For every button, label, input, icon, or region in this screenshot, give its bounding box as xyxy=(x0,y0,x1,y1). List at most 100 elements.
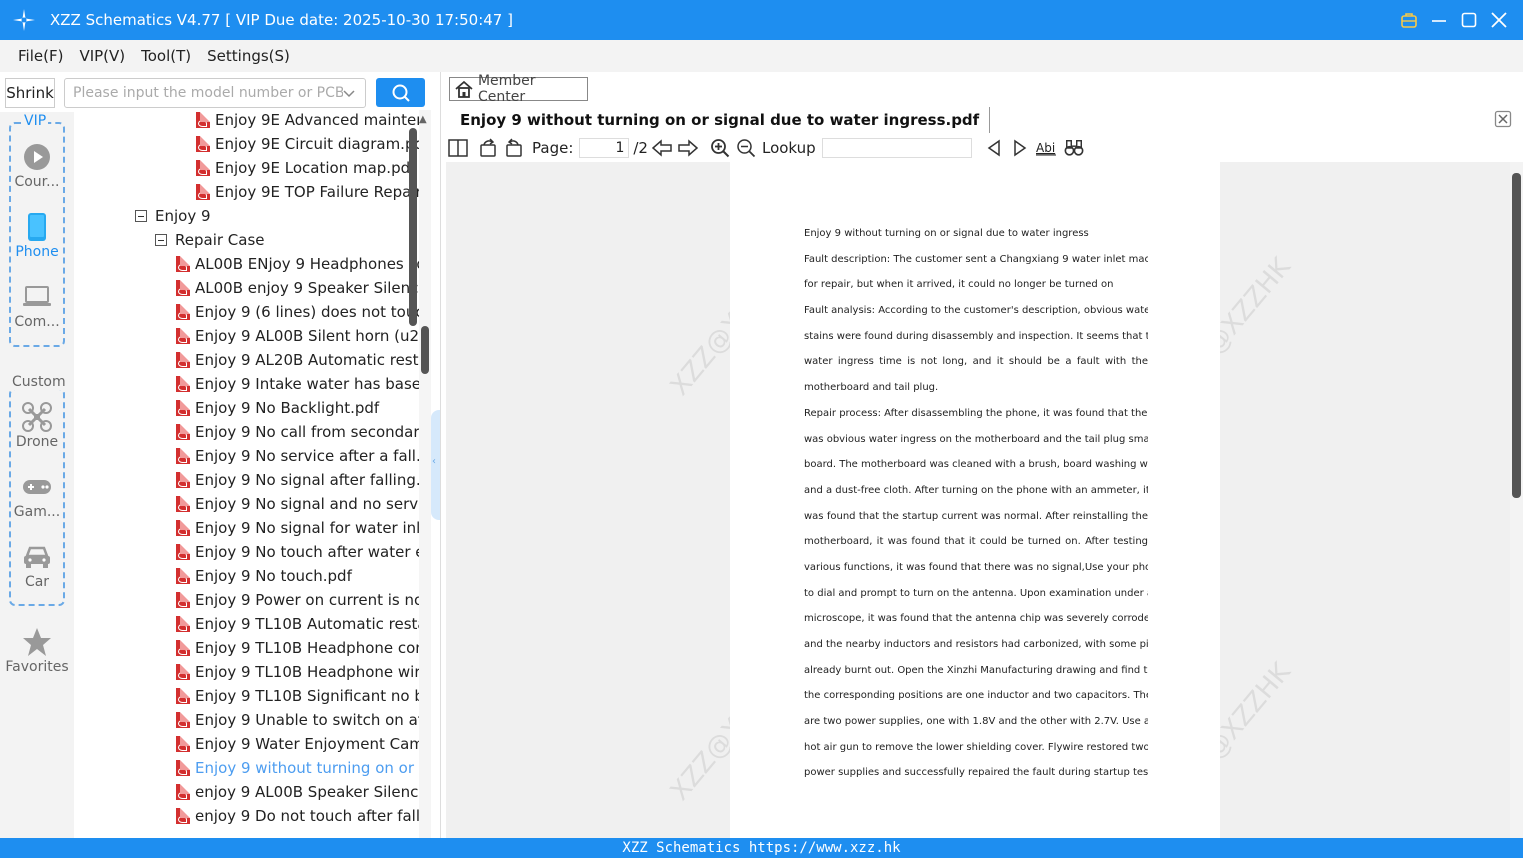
close-tab-icon[interactable] xyxy=(1494,110,1512,128)
tree-file-item[interactable]: Enjoy 9 TL10B Automatic restart xyxy=(176,612,419,636)
tree-file-item[interactable]: Enjoy 9 No Backlight.pdf xyxy=(176,396,379,420)
tree-file-item[interactable]: Enjoy 9 TL10B Headphone cont xyxy=(176,636,419,660)
tree-file-item[interactable]: Enjoy 9E Circuit diagram.pdf xyxy=(196,132,419,156)
pdf-file-icon xyxy=(176,688,190,704)
shrink-button[interactable]: Shrink xyxy=(5,78,55,108)
category-drone-label: Drone xyxy=(15,434,59,450)
status-bar: XZZ Schematics https://www.xzz.hk xyxy=(0,838,1523,858)
document-viewer[interactable]: XZZ@XZZHK XZZ@XZZHK XZZ@XZZHK XZZ@XZZHK … xyxy=(446,162,1510,838)
pdf-file-icon xyxy=(176,808,190,824)
category-phone[interactable]: Phone xyxy=(8,212,66,260)
tree-file-item[interactable]: AL00B ENjoy 9 Headphones sou xyxy=(176,252,419,276)
category-drone[interactable]: Drone xyxy=(8,402,66,450)
tree-item-label: Enjoy 9E Circuit diagram.pdf xyxy=(215,135,419,153)
menu-settings[interactable]: Settings(S) xyxy=(207,47,290,65)
tree-item-label: Enjoy 9E Advanced maintena xyxy=(215,111,419,129)
category-favorites-label: Favorites xyxy=(5,659,69,675)
tree-file-item[interactable]: Enjoy 9E Location map.pdf xyxy=(196,156,415,180)
zoom-in-icon[interactable] xyxy=(710,138,730,158)
viewer-scroll-thumb[interactable] xyxy=(1512,173,1521,498)
pdf-text-line: to dial and prompt to turn on the antenn… xyxy=(804,587,1148,599)
next-page-icon[interactable] xyxy=(678,138,698,158)
tree-file-item[interactable]: Enjoy 9 AL20B Automatic restar xyxy=(176,348,419,372)
tab-document[interactable]: Enjoy 9 without turning on or signal due… xyxy=(450,107,991,133)
pdf-file-icon xyxy=(196,184,210,200)
vip-bag-icon[interactable] xyxy=(1399,8,1419,32)
category-sidebar: VIP Cour... Phone Com... Custom Drone Ga… xyxy=(0,112,74,838)
tree-file-item[interactable]: Enjoy 9 (6 lines) does not touch xyxy=(176,300,419,324)
tree-scrollbar[interactable] xyxy=(419,110,431,838)
pdf-file-icon xyxy=(176,544,190,560)
tree-folder[interactable]: Repair Case xyxy=(155,228,265,252)
previous-page-icon[interactable] xyxy=(651,138,672,158)
viewer-toolbar: Page: 1 /2 Lookup Abi xyxy=(446,135,1523,161)
tree-file-item[interactable]: Enjoy 9 without turning on or si xyxy=(176,756,419,780)
tree-file-item[interactable]: AL00B enjoy 9 Speaker Silence xyxy=(176,276,419,300)
lookup-input[interactable] xyxy=(821,138,972,158)
tree-scroll-thumb[interactable] xyxy=(421,326,429,374)
member-center-button[interactable]: Member Center xyxy=(449,73,588,105)
tree-file-item[interactable]: enjoy 9 Do not touch after fallir xyxy=(176,804,419,828)
search-button[interactable] xyxy=(376,78,425,107)
pdf-file-icon xyxy=(196,160,210,176)
tree-file-item[interactable]: Enjoy 9 TL10B Headphone wire xyxy=(176,660,419,684)
search-combobox[interactable] xyxy=(64,78,366,108)
tree-file-item[interactable]: Enjoy 9 Water Enjoyment Came xyxy=(176,732,419,756)
tree-folder[interactable]: Enjoy 9 xyxy=(135,204,211,228)
rotate-left-icon[interactable] xyxy=(478,138,498,158)
tree-file-item[interactable]: enjoy 9 AL00B Speaker Silence xyxy=(176,780,419,804)
tree-file-item[interactable]: Enjoy 9 Unable to switch on afte xyxy=(176,708,419,732)
category-computer[interactable]: Com... xyxy=(8,282,66,330)
window-title: XZZ Schematics V4.77 [ VIP Due date: 202… xyxy=(50,11,513,29)
panel-divider[interactable] xyxy=(440,72,441,838)
pdf-file-icon xyxy=(176,568,190,584)
tree-file-item[interactable]: Enjoy 9 Intake water has baseba xyxy=(176,372,419,396)
tree-file-item[interactable]: Enjoy 9 No signal after falling.p xyxy=(176,468,419,492)
category-courses[interactable]: Cour... xyxy=(8,142,66,190)
page-number-input[interactable]: 1 xyxy=(579,138,630,158)
tree-item-label: enjoy 9 Do not touch after fallir xyxy=(195,807,419,825)
collapse-toggle-icon[interactable] xyxy=(135,210,147,222)
tree-file-item[interactable]: Enjoy 9 No signal for water inle xyxy=(176,516,419,540)
tree-item-label: Enjoy 9 TL10B Significant no ba xyxy=(195,687,419,705)
menu-tool[interactable]: Tool(T) xyxy=(141,47,191,65)
collapse-toggle-icon[interactable] xyxy=(155,234,167,246)
pdf-text-line: microscope, it was found that the antenn… xyxy=(804,613,1148,625)
category-game[interactable]: Gam... xyxy=(8,472,66,520)
tree-file-item[interactable]: Enjoy 9E Advanced maintena xyxy=(196,110,419,132)
binoculars-icon[interactable] xyxy=(1064,138,1084,158)
tree-inner-scroll-thumb[interactable] xyxy=(409,128,417,326)
rotate-right-icon[interactable] xyxy=(504,138,524,158)
tree-item-label: Enjoy 9 No touch after water en xyxy=(195,543,419,561)
toggle-sidebar-icon[interactable] xyxy=(448,138,468,158)
tree-item-label: Enjoy 9 AL20B Automatic restar xyxy=(195,351,419,369)
tree-file-item[interactable]: Enjoy 9 No call from secondary xyxy=(176,420,419,444)
scroll-up-arrow-icon[interactable]: ▲ xyxy=(419,114,427,125)
menu-file[interactable]: File(F) xyxy=(18,47,63,65)
maximize-icon[interactable] xyxy=(1459,8,1479,32)
category-favorites[interactable]: Favorites xyxy=(2,627,72,675)
minimize-icon[interactable] xyxy=(1429,8,1449,32)
match-case-icon[interactable]: Abi xyxy=(1035,138,1058,158)
tree-file-item[interactable]: Enjoy 9 No touch.pdf xyxy=(176,564,352,588)
pdf-file-icon xyxy=(176,376,190,392)
tree-file-item[interactable]: Enjoy 9 TL10B Significant no ba xyxy=(176,684,419,708)
pdf-text-line: and a dust-free cloth. After turning on … xyxy=(804,484,1148,496)
tree-file-item[interactable]: Enjoy 9 No service after a fall.pc xyxy=(176,444,419,468)
pdf-text-line: stains were found during disassembly and… xyxy=(804,330,1148,342)
pdf-text-line: Fault description: The customer sent a C… xyxy=(804,253,1148,265)
tree-file-item[interactable]: Enjoy 9 AL00B Silent horn (u201 xyxy=(176,324,419,348)
tree-file-item[interactable]: Enjoy 9 Power on current is nor xyxy=(176,588,419,612)
menu-vip[interactable]: VIP(V) xyxy=(79,47,125,65)
tree-file-item[interactable]: Enjoy 9E TOP Failure Repair xyxy=(196,180,419,204)
find-previous-icon[interactable] xyxy=(984,138,1004,158)
close-icon[interactable] xyxy=(1489,8,1509,32)
tree-file-item[interactable]: Enjoy 9 No touch after water en xyxy=(176,540,419,564)
chevron-down-icon[interactable] xyxy=(341,85,357,101)
tree-file-item[interactable]: Enjoy 9 No signal and no servic xyxy=(176,492,419,516)
find-next-icon[interactable] xyxy=(1010,138,1030,158)
category-car[interactable]: Car xyxy=(8,542,66,590)
search-input[interactable] xyxy=(73,85,343,101)
zoom-out-icon[interactable] xyxy=(736,138,756,158)
pdf-text-line: board. The motherboard was cleaned with … xyxy=(804,459,1148,471)
